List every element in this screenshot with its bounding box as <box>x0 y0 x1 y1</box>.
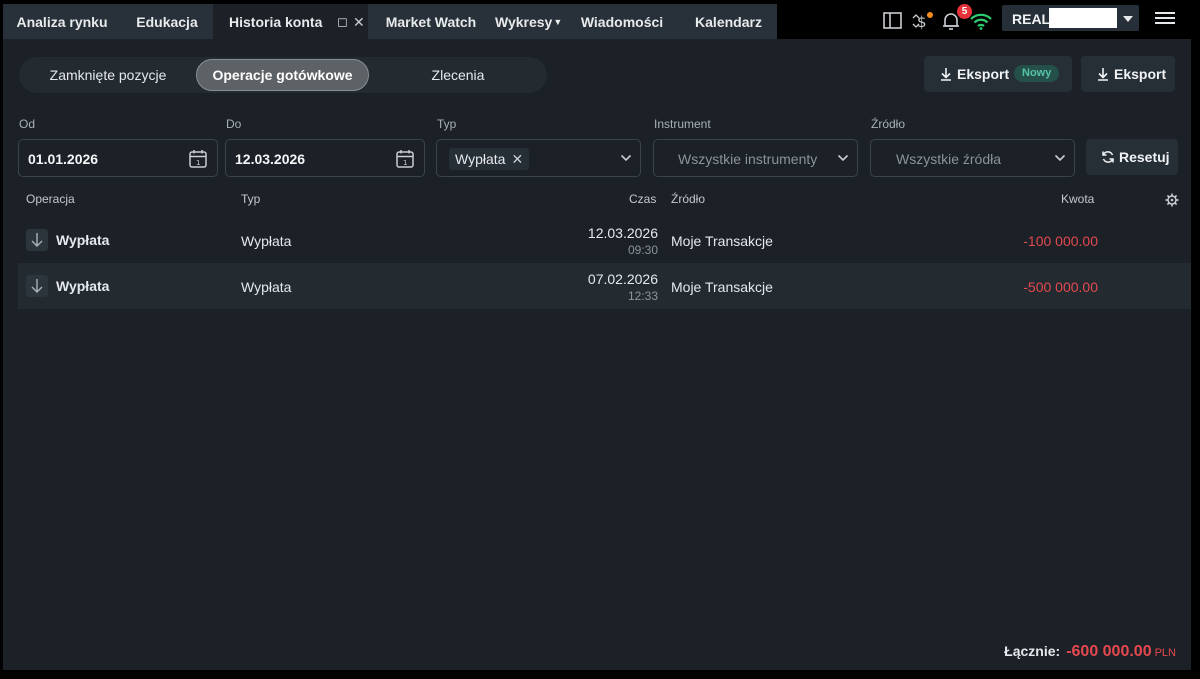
chevron-down-icon <box>1123 16 1133 22</box>
source-label: Źródło <box>871 117 906 131</box>
chevron-down-icon <box>620 154 632 162</box>
tab-market-analysis[interactable]: Analiza rynku <box>3 4 121 39</box>
total-value: -600 000.00 <box>1066 643 1152 660</box>
to-date-label: Do <box>226 117 242 131</box>
panel-layout-icon[interactable] <box>881 9 905 33</box>
tab-label: Market Watch <box>385 14 477 30</box>
svg-text:1: 1 <box>196 159 200 167</box>
row-type: Wypłata <box>241 279 292 295</box>
total-summary: Łącznie: -600 000.00 PLN <box>1004 643 1176 661</box>
account-selector[interactable]: REAL <box>1002 5 1139 31</box>
tab-account-history[interactable]: Historia konta ◻ ✕ <box>213 4 368 39</box>
withdrawal-arrow-icon <box>26 229 48 251</box>
gear-icon[interactable] <box>1165 193 1179 207</box>
column-header-time[interactable]: Czas <box>629 192 656 206</box>
tab-education[interactable]: Edukacja <box>121 4 213 39</box>
from-date-field[interactable]: 01.01.2026 1 <box>18 139 218 177</box>
tab-label: Historia konta <box>229 14 323 30</box>
source-placeholder: Wszystkie źródła <box>896 151 1002 167</box>
chevron-down-icon <box>837 154 849 162</box>
source-select[interactable]: Wszystkie źródła <box>870 139 1075 177</box>
withdrawal-arrow-icon <box>26 275 48 297</box>
download-icon <box>941 68 951 81</box>
app-window: Analiza rynku Edukacja Historia konta ◻ … <box>3 4 1191 670</box>
instrument-select[interactable]: Wszystkie instrumenty <box>653 139 858 177</box>
account-type-label: REAL <box>1012 11 1051 27</box>
close-icon[interactable]: ✕ <box>353 4 365 40</box>
tab-charts[interactable]: Wykresy▼ <box>494 4 564 39</box>
tab-label: Edukacja <box>136 14 198 30</box>
type-select[interactable]: Wypłata ✕ <box>436 139 641 177</box>
row-date: 12.03.2026 <box>587 225 658 241</box>
remove-chip-icon[interactable]: ✕ <box>511 151 523 167</box>
top-navigation: Analiza rynku Edukacja Historia konta ◻ … <box>3 4 1191 39</box>
row-source: Moje Transakcje <box>671 233 773 249</box>
export-new-button[interactable]: Eksport Nowy <box>924 56 1072 92</box>
type-label: Typ <box>437 117 457 131</box>
table-row[interactable]: Wypłata Wypłata 12.03.2026 09:30 Moje Tr… <box>18 217 1191 263</box>
chevron-down-icon <box>1054 154 1066 162</box>
new-badge: Nowy <box>1014 65 1060 82</box>
row-amount: -100 000.00 <box>1023 233 1098 249</box>
tab-messages[interactable]: Wiadomości <box>564 4 680 39</box>
hamburger-menu-icon[interactable] <box>1155 12 1175 26</box>
column-header-type[interactable]: Typ <box>241 192 260 206</box>
total-currency: PLN <box>1154 647 1176 659</box>
tab-calendar[interactable]: Kalendarz <box>680 4 777 39</box>
export-button[interactable]: Eksport <box>1081 56 1175 92</box>
svg-text:$: $ <box>917 13 927 31</box>
tab-label: Wykresy <box>495 14 553 30</box>
to-date-value: 12.03.2026 <box>235 151 306 167</box>
segment-cash-operations[interactable]: Operacje gotówkowe <box>196 59 369 91</box>
tab-label: Analiza rynku <box>16 14 108 30</box>
row-amount: -500 000.00 <box>1023 279 1098 295</box>
tab-market-watch[interactable]: Market Watch <box>368 4 494 39</box>
from-date-value: 01.01.2026 <box>28 151 99 167</box>
wifi-icon <box>970 13 992 30</box>
download-icon <box>1098 68 1108 81</box>
segment-orders[interactable]: Zlecenia <box>371 59 545 91</box>
instrument-placeholder: Wszystkie instrumenty <box>678 151 818 167</box>
maximize-icon[interactable]: ◻ <box>337 4 348 40</box>
row-operation: Wypłata <box>56 278 110 294</box>
type-chip-label: Wypłata <box>455 151 506 167</box>
row-type: Wypłata <box>241 233 292 249</box>
segment-closed-positions[interactable]: Zamknięte pozycje <box>21 59 195 91</box>
refresh-icon <box>1102 151 1114 163</box>
row-time: 09:30 <box>627 243 658 257</box>
row-operation: Wypłata <box>56 232 110 248</box>
chevron-down-icon: ▼ <box>553 17 563 27</box>
history-view-switcher: Zamknięte pozycje Operacje gotówkowe Zle… <box>19 57 547 93</box>
reset-button[interactable]: Resetuj <box>1086 139 1178 175</box>
type-chip: Wypłata ✕ <box>449 148 530 170</box>
tab-label: Kalendarz <box>695 14 762 30</box>
export-label: Eksport <box>1114 66 1167 82</box>
export-new-label: Eksport <box>957 66 1010 82</box>
row-date: 07.02.2026 <box>587 271 658 287</box>
to-date-field[interactable]: 12.03.2026 1 <box>225 139 425 177</box>
tab-label: Wiadomości <box>580 14 664 30</box>
row-time: 12:33 <box>627 289 658 303</box>
reset-label: Resetuj <box>1119 149 1170 165</box>
calendar-icon[interactable]: 1 <box>396 149 414 168</box>
instrument-label: Instrument <box>654 117 711 131</box>
from-date-label: Od <box>19 117 36 131</box>
column-header-source[interactable]: Źródło <box>671 192 705 206</box>
calendar-icon[interactable]: 1 <box>189 149 207 168</box>
svg-text:1: 1 <box>403 159 407 167</box>
account-number-redacted <box>1049 8 1117 28</box>
table-row[interactable]: Wypłata Wypłata 07.02.2026 12:33 Moje Tr… <box>18 263 1191 309</box>
column-header-amount[interactable]: Kwota <box>1061 192 1094 206</box>
column-header-operation[interactable]: Operacja <box>26 192 75 206</box>
total-label: Łącznie: <box>1004 643 1061 659</box>
price-alert-icon[interactable]: $ <box>911 9 935 33</box>
row-source: Moje Transakcje <box>671 279 773 295</box>
